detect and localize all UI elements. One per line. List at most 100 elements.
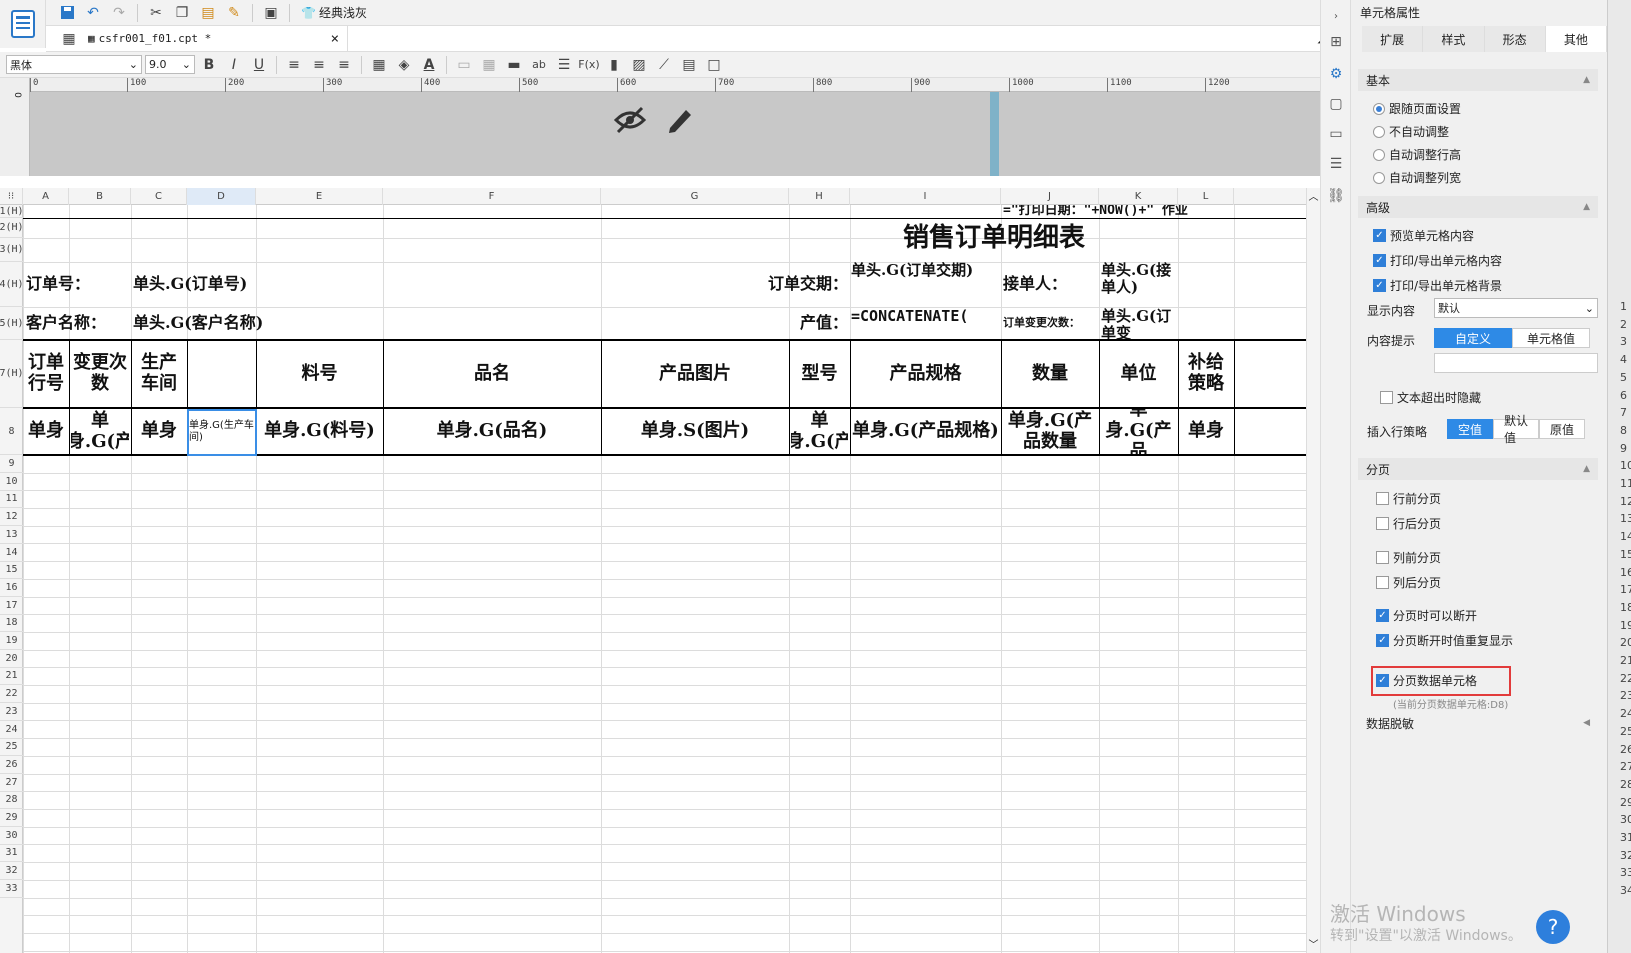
- section-advanced[interactable]: 高级 ▲: [1358, 196, 1598, 218]
- row-header-cell[interactable]: 19: [0, 632, 23, 650]
- column-header-cell-11[interactable]: 补给策略: [1180, 341, 1232, 407]
- fill-color-icon[interactable]: ◈: [393, 54, 415, 76]
- column-a[interactable]: A: [23, 188, 69, 205]
- output-value-formula[interactable]: =CONCATENATE(: [851, 308, 1001, 339]
- column-header-cell-8[interactable]: 产品规格: [852, 341, 999, 407]
- row-header-cell[interactable]: 33: [0, 880, 23, 898]
- formula-icon[interactable]: F(x): [578, 54, 600, 76]
- column-k[interactable]: K: [1099, 188, 1178, 205]
- column-l[interactable]: L: [1178, 188, 1234, 205]
- pencil-icon[interactable]: [666, 104, 694, 134]
- detail-cell-6[interactable]: 单身.S(图片): [603, 409, 787, 454]
- redo-icon[interactable]: ↷: [108, 2, 130, 24]
- merge-cells-icon[interactable]: ▭: [453, 54, 475, 76]
- detail-cell-2[interactable]: 单身: [133, 409, 185, 454]
- collapse-arrow-icon[interactable]: ›: [1326, 6, 1346, 26]
- column-header-cell-3[interactable]: [189, 341, 254, 407]
- row-header-cell[interactable]: 18: [0, 614, 23, 632]
- tip-text-input[interactable]: [1434, 353, 1598, 373]
- column-header-cell-5[interactable]: 品名: [385, 341, 599, 407]
- detail-cell-4[interactable]: 单身.G(料号): [258, 409, 381, 454]
- theme-button[interactable]: 👕 经典浅灰: [297, 4, 371, 21]
- detail-cell-11[interactable]: 单身: [1180, 409, 1232, 454]
- save-icon[interactable]: [56, 2, 78, 24]
- scroll-up-icon[interactable]: ︿: [1307, 188, 1320, 203]
- output-value-label[interactable]: 产值：: [723, 308, 848, 339]
- row-header-cell[interactable]: 13: [0, 526, 23, 544]
- cut-icon[interactable]: ✂: [145, 2, 167, 24]
- row-header-cell[interactable]: 4(H): [0, 262, 24, 307]
- align-right-icon[interactable]: ≡: [333, 54, 355, 76]
- close-icon[interactable]: ×: [331, 31, 339, 47]
- row-header-cell[interactable]: 16: [0, 579, 23, 597]
- row-header-cell[interactable]: 28: [0, 791, 23, 809]
- column-e[interactable]: E: [256, 188, 383, 205]
- row-header-cell[interactable]: 20: [0, 650, 23, 668]
- column-g[interactable]: G: [601, 188, 789, 205]
- hidden-eye-icon[interactable]: [614, 106, 646, 134]
- text-ab-icon[interactable]: ab: [528, 54, 550, 76]
- tip-cell-value-option[interactable]: 单元格值: [1512, 328, 1590, 348]
- insert-null-option[interactable]: 空值: [1447, 419, 1493, 439]
- split-cells-icon[interactable]: ▦: [478, 54, 500, 76]
- insert-original-option[interactable]: 原值: [1539, 419, 1585, 439]
- cell-properties-icon[interactable]: ⚙: [1326, 64, 1346, 84]
- row-header-cell[interactable]: 2(H): [0, 218, 24, 238]
- sub-report-icon[interactable]: ▤: [678, 54, 700, 76]
- column-header-cell-2[interactable]: 生产车间: [133, 341, 185, 407]
- check-col-before[interactable]: 列前分页: [1376, 549, 1441, 566]
- app-logo-icon[interactable]: [0, 0, 46, 48]
- frame-icon[interactable]: □: [703, 54, 725, 76]
- section-paging[interactable]: 分页 ▲: [1358, 458, 1598, 480]
- row-header-cell[interactable]: 21: [0, 667, 23, 685]
- row-header-cell[interactable]: 1(H): [0, 205, 24, 218]
- radio-no-adjust[interactable]: 不自动调整: [1373, 123, 1449, 140]
- image-icon[interactable]: ▨: [628, 54, 650, 76]
- check-paging-data-cell[interactable]: ✓ 分页数据单元格: [1376, 672, 1477, 689]
- customer-label[interactable]: 客户名称：: [26, 308, 126, 339]
- check-col-after[interactable]: 列后分页: [1376, 574, 1441, 591]
- page-header-area[interactable]: [30, 92, 1334, 176]
- row-header-cell[interactable]: 14: [0, 544, 23, 562]
- check-row-after[interactable]: 行后分页: [1376, 515, 1441, 532]
- vertical-scrollbar[interactable]: ︿ ﹀: [1306, 188, 1320, 953]
- detail-cell-9[interactable]: 单身.G(产品数量: [1003, 409, 1097, 454]
- detail-cell-8[interactable]: 单身.G(产品规格): [852, 409, 999, 454]
- row-header-cell[interactable]: 22: [0, 685, 23, 703]
- column-header-cell-10[interactable]: 单位: [1101, 341, 1176, 407]
- widget-icon[interactable]: ▢: [1326, 94, 1346, 114]
- column-c[interactable]: C: [131, 188, 187, 205]
- select-all-corner[interactable]: ⁝⁝: [0, 188, 23, 205]
- column-header-cell-7[interactable]: 型号: [791, 341, 848, 407]
- column-header-cell-4[interactable]: 料号: [258, 341, 381, 407]
- row-header-cell[interactable]: 29: [0, 809, 23, 827]
- tab-other[interactable]: 其他: [1545, 26, 1607, 52]
- row-header-cell[interactable]: 15: [0, 561, 23, 579]
- column-b[interactable]: B: [69, 188, 131, 205]
- row-header-cell[interactable]: 27: [0, 774, 23, 792]
- detail-cell-0[interactable]: 单身: [25, 409, 67, 454]
- italic-button[interactable]: I: [223, 54, 245, 76]
- help-button[interactable]: ?: [1536, 910, 1570, 944]
- radio-follow-page[interactable]: 跟随页面设置: [1373, 100, 1461, 117]
- print-date-formula[interactable]: ="打印日期："+NOW()+" 作业: [1003, 205, 1320, 218]
- section-masking[interactable]: 数据脱敏 ◀: [1358, 712, 1598, 734]
- tab-style[interactable]: 样式: [1423, 26, 1485, 52]
- border-icon[interactable]: ▦: [368, 54, 390, 76]
- check-repeat-value[interactable]: ✓ 分页断开时值重复显示: [1376, 632, 1513, 649]
- tab-csfr001[interactable]: ▦ csfr001_f01.cpt * ×: [80, 25, 348, 52]
- column-header-cell-0[interactable]: 订单行号: [25, 341, 67, 407]
- underline-button[interactable]: U: [248, 54, 270, 76]
- customer-value[interactable]: 单头.G(客户名称): [133, 308, 433, 339]
- row-header-cell[interactable]: 12: [0, 508, 23, 526]
- scroll-down-icon[interactable]: ﹀: [1307, 936, 1320, 951]
- check-preview-content[interactable]: ✓ 预览单元格内容: [1373, 227, 1474, 244]
- row-header-cell[interactable]: 11: [0, 490, 23, 508]
- font-family-select[interactable]: 黑体 ⌄: [6, 55, 142, 74]
- insert-default-option[interactable]: 默认值: [1493, 414, 1539, 445]
- section-basic[interactable]: 基本 ▲: [1358, 69, 1598, 91]
- check-row-before[interactable]: 行前分页: [1376, 490, 1441, 507]
- column-header-cell-9[interactable]: 数量: [1003, 341, 1097, 407]
- detail-cell-1[interactable]: 单身.G(产: [71, 409, 129, 454]
- check-hide-overflow[interactable]: 文本超出时隐藏: [1380, 389, 1481, 406]
